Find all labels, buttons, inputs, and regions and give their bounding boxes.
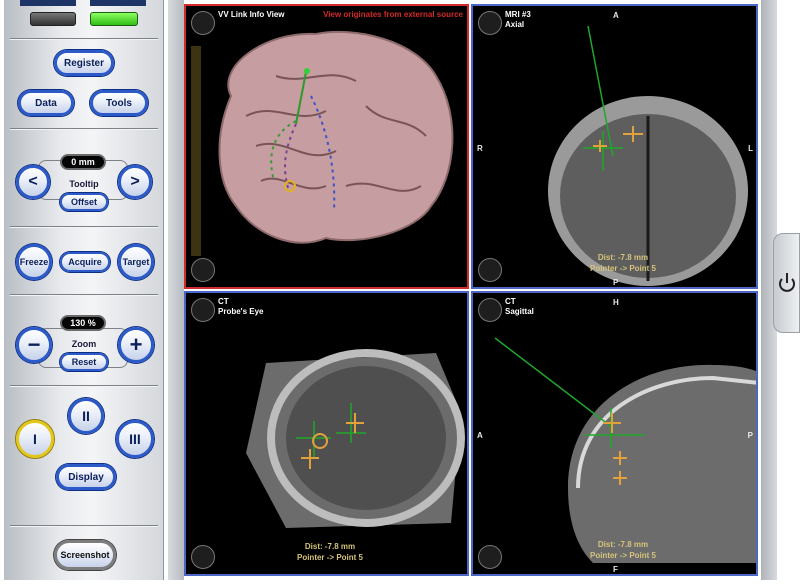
magnifier-icon[interactable]	[191, 545, 215, 569]
status-indicator-green	[90, 12, 138, 26]
view-3d-brain[interactable]: VV Link Info View View originates from e…	[184, 4, 469, 289]
view-plane: Sagittal	[505, 307, 534, 316]
orientation-top: A	[613, 11, 619, 20]
divider	[10, 385, 158, 387]
view-title: VV Link Info View	[218, 10, 285, 19]
ct-sagittal-image	[494, 337, 756, 563]
brain-surface	[218, 30, 454, 244]
divider	[10, 294, 158, 296]
probe-tip	[304, 68, 310, 74]
distance-text: Dist: -7.8 mm	[597, 540, 649, 549]
magnifier-icon[interactable]	[478, 545, 502, 569]
distance-readout: Dist: -7.8 mm Pointer -> Point 5	[270, 541, 390, 563]
eye-icon[interactable]	[191, 11, 215, 35]
freeze-button[interactable]: Freeze	[16, 244, 52, 280]
tools-button[interactable]: Tools	[90, 90, 148, 116]
status-indicator-grey	[30, 12, 76, 26]
pointer-text: Pointer -> Point 5	[589, 264, 656, 273]
external-source-warning: View originates from external source	[323, 10, 463, 19]
orientation-top: H	[613, 298, 619, 307]
navigation-app: Register Data Tools 0 mm Tooltip < > Off…	[0, 0, 800, 584]
orientation-left: A	[477, 431, 483, 440]
acquire-button[interactable]: Acquire	[60, 252, 110, 272]
orientation-right: P	[747, 431, 753, 440]
offset-button[interactable]: Offset	[60, 193, 108, 211]
view-plane: Axial	[505, 20, 525, 29]
zoom-label: Zoom	[71, 339, 97, 349]
zoom-value: 130 %	[60, 315, 106, 331]
data-button[interactable]: Data	[18, 90, 74, 116]
view-plane: Probe's Eye	[218, 307, 264, 316]
zoom-out-button[interactable]: −	[16, 327, 52, 363]
magnifier-icon[interactable]	[191, 258, 215, 282]
mri-axial-image	[548, 25, 748, 286]
color-strip	[191, 46, 201, 256]
view-ct-probes-eye[interactable]: CT Probe's Eye Dist: -7.8 mm Pointer -> …	[184, 291, 469, 576]
eye-icon[interactable]	[191, 298, 215, 322]
tooltip-value: 0 mm	[60, 154, 106, 170]
power-button[interactable]	[773, 233, 800, 333]
distance-readout: Dist: -7.8 mm Pointer -> Point 5	[563, 252, 683, 274]
display-button[interactable]: Display	[56, 464, 116, 490]
divider	[10, 525, 158, 527]
view-mri-axial[interactable]: MRI #3 Axial A R L P Dist: -7.8 mm Point…	[471, 4, 758, 289]
eye-icon[interactable]	[478, 11, 502, 35]
divider	[10, 226, 158, 228]
view-modality: CT	[505, 297, 516, 306]
view-modality: CT	[218, 297, 229, 306]
layout-1-button[interactable]: I	[16, 420, 54, 458]
register-button[interactable]: Register	[54, 50, 114, 76]
distance-text: Dist: -7.8 mm	[304, 542, 356, 551]
orientation-bottom: F	[613, 565, 618, 574]
screenshot-button[interactable]: Screenshot	[54, 540, 116, 570]
view-ct-sagittal[interactable]: CT Sagittal H A P F Dist: -7.8 mm Pointe…	[471, 291, 758, 576]
power-icon	[779, 273, 795, 292]
divider	[10, 38, 158, 40]
zoom-in-button[interactable]: +	[118, 327, 154, 363]
zoom-reset-button[interactable]: Reset	[60, 353, 108, 371]
control-panel: Register Data Tools 0 mm Tooltip < > Off…	[4, 0, 164, 580]
pointer-text: Pointer -> Point 5	[589, 551, 656, 560]
tooltip-increase-button[interactable]: >	[118, 165, 152, 199]
panel-gap	[168, 0, 184, 580]
distance-text: Dist: -7.8 mm	[597, 253, 649, 262]
pointer-text: Pointer -> Point 5	[296, 553, 363, 562]
top-tab-left	[20, 0, 76, 6]
orientation-bottom: P	[613, 278, 619, 287]
ct-probe-image	[246, 349, 465, 528]
probe-line	[494, 337, 614, 429]
orientation-left: R	[477, 144, 483, 153]
distance-readout: Dist: -7.8 mm Pointer -> Point 5	[563, 539, 683, 561]
orientation-right: L	[748, 144, 753, 153]
layout-3-button[interactable]: III	[116, 420, 154, 458]
target-button[interactable]: Target	[118, 244, 154, 280]
layout-2-button[interactable]: II	[68, 398, 104, 434]
eye-icon[interactable]	[478, 298, 502, 322]
brain-render	[191, 30, 454, 256]
tooltip-label: Tooltip	[69, 179, 99, 189]
divider	[10, 128, 158, 130]
tooltip-decrease-button[interactable]: <	[16, 165, 50, 199]
skull-sagittal	[568, 364, 756, 563]
top-tab-right	[90, 0, 146, 6]
magnifier-icon[interactable]	[478, 258, 502, 282]
view-modality: MRI #3	[505, 10, 531, 19]
